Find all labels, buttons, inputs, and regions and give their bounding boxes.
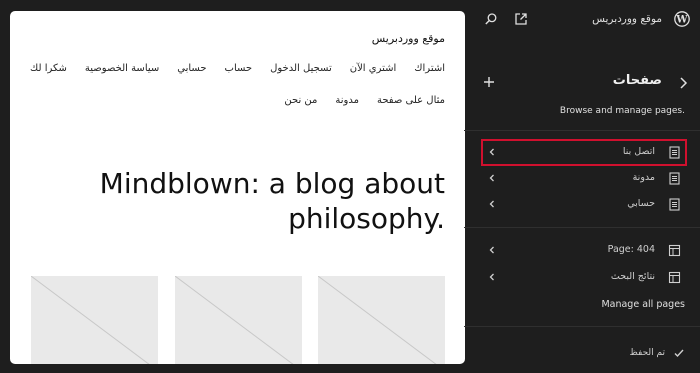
page-item-label: حسابي <box>627 198 655 209</box>
menu-item[interactable]: شكرا لك <box>30 63 67 74</box>
menu-item[interactable]: من نحن <box>284 95 317 106</box>
save-status: تم الحفظ <box>565 347 685 361</box>
page-preview[interactable]: موقع ووردبريس اشتراك اشتري الآن تسجيل ال… <box>10 11 465 364</box>
page-item-label: اتصل بنا <box>622 146 655 157</box>
page-icon <box>669 198 680 211</box>
image-placeholder <box>31 276 158 364</box>
page-icon <box>669 172 680 185</box>
template-icon <box>668 244 681 257</box>
preview-nav-menu-row2: مثال على صفحة مدونة من نحن <box>284 95 445 106</box>
search-icon[interactable] <box>484 12 498 26</box>
sidebar-title: صفحات <box>612 73 662 88</box>
image-placeholder <box>318 276 445 364</box>
site-name[interactable]: موقع ووردبريس <box>592 13 662 25</box>
menu-item[interactable]: حسابي <box>177 63 206 74</box>
menu-item[interactable]: مدونة <box>335 95 359 106</box>
svg-text:W: W <box>675 15 688 26</box>
chevron-left-icon <box>489 273 494 281</box>
template-icon <box>668 271 681 284</box>
chevron-left-icon <box>489 200 494 208</box>
menu-item[interactable]: تسجيل الدخول <box>270 63 332 74</box>
site-editor: موقع ووردبريس اشتراك اشتري الآن تسجيل ال… <box>0 0 700 373</box>
chevron-left-icon <box>489 246 494 254</box>
image-placeholder <box>175 276 302 364</box>
hero-line-1: Mindblown: a blog about <box>99 167 445 200</box>
menu-item[interactable]: حساب <box>225 63 253 74</box>
chevron-left-icon <box>489 174 494 182</box>
external-link-icon[interactable] <box>514 12 528 26</box>
hero-line-2: philosophy. <box>288 202 445 235</box>
hero-heading: Mindblown: a blog about philosophy. <box>45 166 445 236</box>
wordpress-logo-icon[interactable]: W <box>674 11 690 27</box>
divider <box>464 227 700 228</box>
page-item-blog[interactable]: مدونة <box>483 167 685 190</box>
menu-item[interactable]: مثال على صفحة <box>377 95 445 106</box>
template-item-label: Page: 404 <box>607 244 655 255</box>
template-item-label: نتائج البحث <box>610 271 655 282</box>
divider <box>464 130 700 131</box>
menu-item[interactable]: اشتري الآن <box>350 63 397 74</box>
preview-nav-menu: اشتراك اشتري الآن تسجيل الدخول حساب حساب… <box>30 63 445 74</box>
plus-icon[interactable] <box>482 75 496 89</box>
menu-item[interactable]: اشتراك <box>414 63 445 74</box>
sidebar: W موقع ووردبريس صفحات Browse and manage … <box>464 0 700 373</box>
divider <box>464 326 700 327</box>
menu-item[interactable]: سياسة الخصوصية <box>85 63 159 74</box>
chevron-left-icon <box>489 148 494 156</box>
page-item-contact[interactable]: اتصل بنا <box>481 139 687 166</box>
manage-all-pages-link[interactable]: Manage all pages <box>601 299 685 310</box>
preview-site-title[interactable]: موقع ووردبريس <box>372 32 445 45</box>
template-item-404[interactable]: Page: 404 <box>483 239 685 262</box>
page-icon <box>669 146 680 159</box>
page-item-label: مدونة <box>632 172 655 183</box>
template-item-search-results[interactable]: نتائج البحث <box>483 266 685 289</box>
page-item-my-account[interactable]: حسابي <box>483 193 685 216</box>
chevron-right-icon[interactable] <box>676 76 690 90</box>
saved-label: تم الحفظ <box>629 348 665 358</box>
sidebar-header: W موقع ووردبريس <box>464 0 700 40</box>
sidebar-description: Browse and manage pages. <box>559 106 685 116</box>
check-icon <box>674 349 684 358</box>
